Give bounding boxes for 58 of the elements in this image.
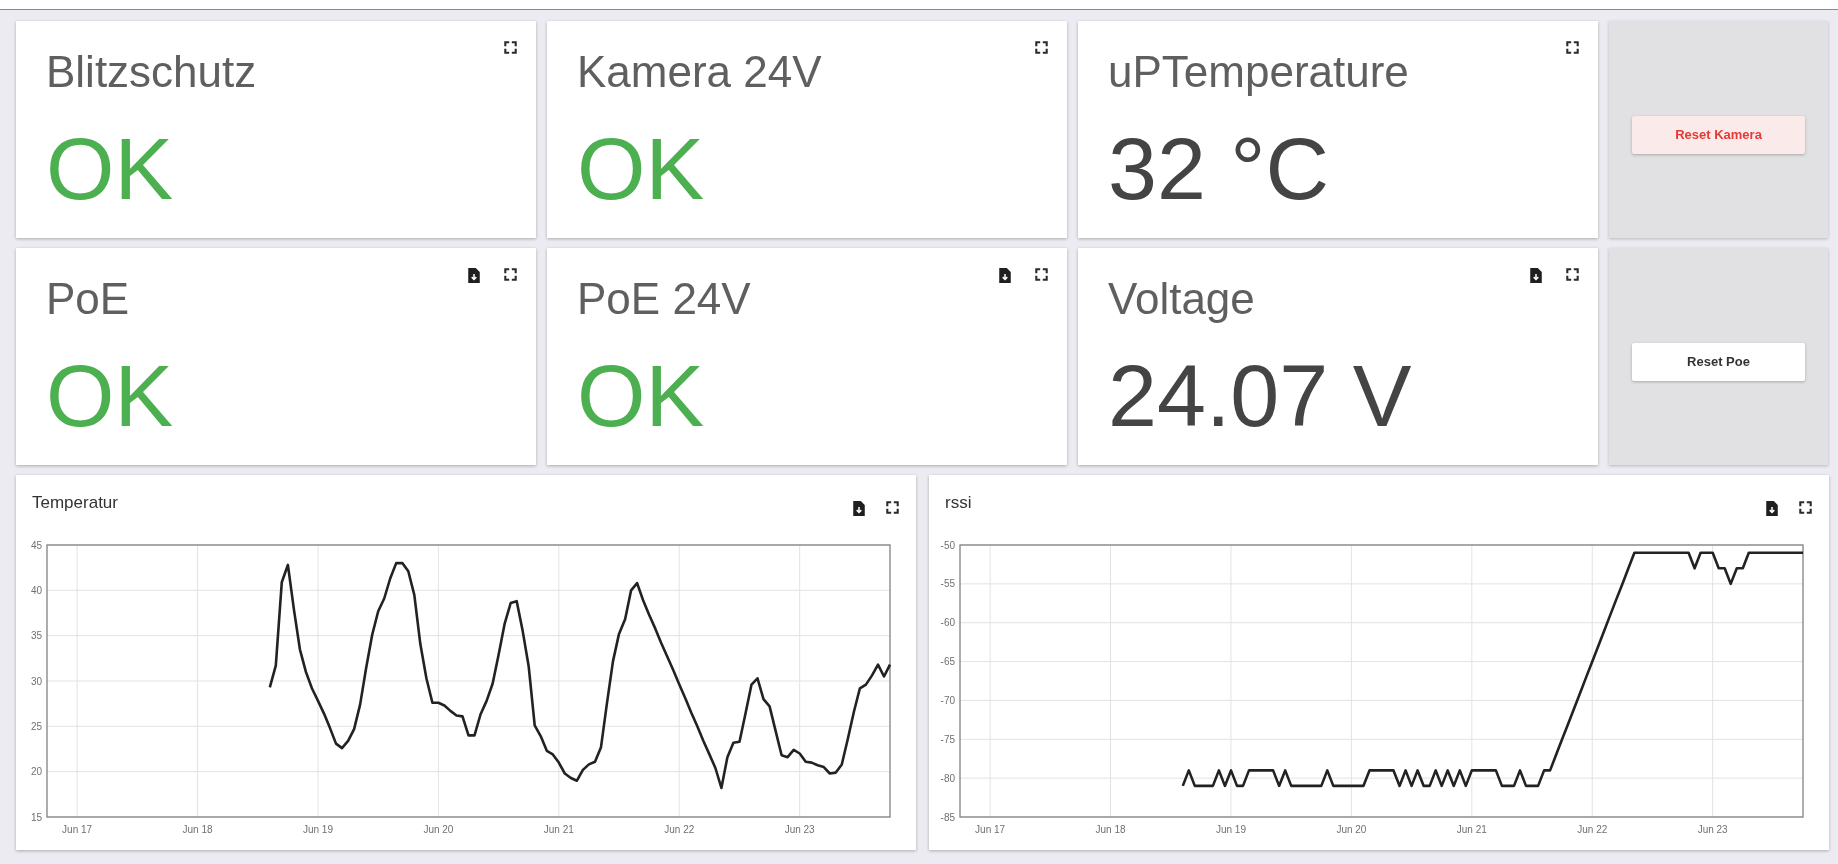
card-value: OK — [46, 125, 174, 213]
x-tick-label: Jun 18 — [182, 824, 213, 835]
card-title: Blitzschutz — [46, 47, 257, 97]
fullscreen-icon[interactable] — [1035, 268, 1048, 281]
fullscreen-icon[interactable] — [1566, 41, 1579, 54]
x-tick-label: Jun 22 — [664, 824, 695, 835]
x-tick-label: Jun 21 — [543, 824, 574, 835]
file-download-icon[interactable] — [468, 268, 480, 283]
x-tick-label: Jun 19 — [302, 824, 333, 835]
y-tick-label: -75 — [940, 733, 955, 745]
x-tick-label: Jun 20 — [1336, 824, 1367, 835]
card-value: 24.07 V — [1108, 352, 1412, 440]
x-tick-label: Jun 23 — [784, 824, 815, 835]
y-tick-label: -70 — [940, 694, 955, 706]
y-tick-label: -60 — [940, 617, 955, 629]
y-tick-label: 30 — [30, 675, 42, 687]
y-tick-label: 45 — [30, 539, 42, 551]
file-download-icon[interactable] — [999, 268, 1011, 283]
card-title: Voltage — [1108, 274, 1255, 324]
x-tick-label: Jun 18 — [1095, 824, 1126, 835]
reset-button[interactable]: Reset Kamera — [1632, 115, 1805, 154]
x-tick-label: Jun 23 — [1697, 824, 1728, 835]
y-tick-label: 35 — [30, 630, 42, 642]
card-title: PoE — [46, 274, 130, 324]
x-tick-label: Jun 19 — [1215, 824, 1246, 835]
file-download-icon[interactable] — [1530, 268, 1542, 283]
y-tick-label: -55 — [940, 578, 955, 590]
file-download-icon[interactable] — [1766, 501, 1778, 516]
y-tick-label: -50 — [940, 539, 955, 551]
y-tick-label: 15 — [30, 811, 42, 823]
card-title: PoE 24V — [577, 274, 751, 324]
chart-title: rssi — [945, 493, 972, 513]
card-title: Kamera 24V — [577, 47, 822, 97]
y-tick-label: 40 — [30, 584, 42, 596]
x-tick-label: Jun 22 — [1577, 824, 1608, 835]
fullscreen-icon[interactable] — [504, 268, 517, 281]
fullscreen-icon[interactable] — [1799, 501, 1812, 514]
chart-title: Temperatur — [32, 493, 118, 513]
x-tick-label: Jun 21 — [1456, 824, 1487, 835]
card-value: 32 °C — [1108, 125, 1330, 213]
fullscreen-icon[interactable] — [504, 41, 517, 54]
card-value: OK — [577, 125, 705, 213]
y-tick-label: -65 — [940, 656, 955, 668]
y-tick-label: -85 — [940, 811, 955, 823]
card-value: OK — [577, 352, 705, 440]
y-tick-label: 20 — [30, 766, 42, 778]
y-tick-label: -80 — [940, 772, 955, 784]
x-tick-label: Jun 17 — [62, 824, 93, 835]
card-value: OK — [46, 352, 174, 440]
y-tick-label: 25 — [30, 720, 42, 732]
x-tick-label: Jun 20 — [423, 824, 454, 835]
fullscreen-icon[interactable] — [886, 501, 899, 514]
fullscreen-icon[interactable] — [1566, 268, 1579, 281]
card-title: uPTemperature — [1108, 47, 1409, 97]
file-download-icon[interactable] — [853, 501, 865, 516]
x-tick-label: Jun 17 — [975, 824, 1006, 835]
reset-button[interactable]: Reset Poe — [1632, 342, 1805, 381]
fullscreen-icon[interactable] — [1035, 41, 1048, 54]
